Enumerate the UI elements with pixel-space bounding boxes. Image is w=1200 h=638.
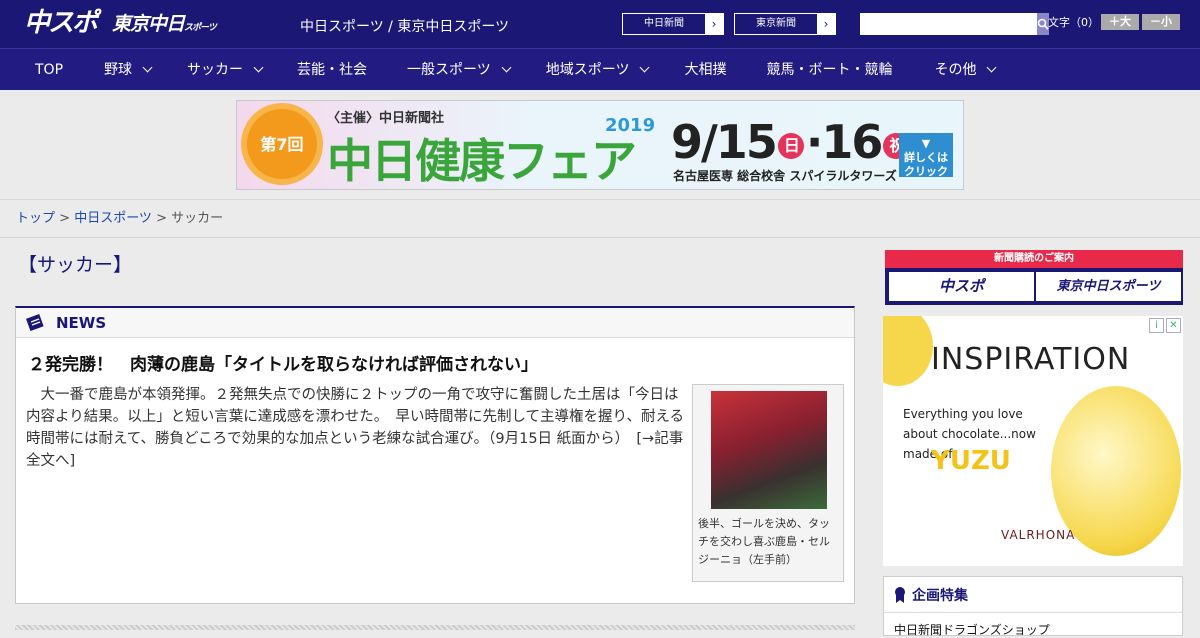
nav-other[interactable]: その他	[934, 49, 997, 91]
site-name: 中日スポーツ / 東京中日スポーツ	[300, 19, 510, 35]
newspaper-icon	[26, 313, 44, 331]
subscribe-box: 新聞購読のご案内 中スポ 東京中日スポーツ	[885, 250, 1183, 305]
nav-general-sports[interactable]: 一般スポーツ	[407, 49, 512, 91]
divider	[15, 625, 855, 630]
chevron-down-icon	[640, 62, 650, 73]
nav-baseball[interactable]: 野球	[104, 49, 153, 91]
subscribe-tokyo-button[interactable]: 東京中日スポーツ	[1036, 272, 1181, 301]
main-nav: TOP 野球 サッカー 芸能・社会 一般スポーツ 地域スポーツ 大相撲 競馬・ボ…	[0, 48, 1200, 90]
photo-image[interactable]	[711, 391, 827, 509]
breadcrumb: トップ > 中日スポーツ > サッカー	[0, 200, 1200, 238]
health-fair-banner[interactable]: 第7回 〈主催〉中日新聞社 中日健康フェア 2019 9/15 日 ·16 祝 名古屋…	[236, 100, 964, 190]
search-box	[860, 13, 1049, 35]
ad-flavor: YUZU	[931, 446, 1011, 476]
chunichi-shimbun-link[interactable]: 中日新聞 ›	[622, 13, 724, 35]
tokyo-shimbun-link[interactable]: 東京新聞 ›	[734, 13, 836, 35]
article-headline[interactable]: ２発完勝！ 肉薄の鹿島「タイトルを取らなければ評価されない」	[28, 350, 538, 375]
info-icon[interactable]: i	[1149, 318, 1164, 333]
article-photo: 後半、ゴールを決め、タッチを交わし喜ぶ鹿島・セルジーニョ（左手前）	[692, 384, 844, 582]
lemon-shape	[883, 316, 933, 386]
category-title: 【サッカー】	[18, 254, 133, 276]
nav-local-sports[interactable]: 地域スポーツ	[546, 49, 650, 91]
chevron-down-icon	[987, 62, 997, 73]
main-content: 【サッカー】 NEWS ２発完勝！ 肉薄の鹿島「タイトルを取らなければ評価されな…	[0, 240, 870, 630]
banner-details-button[interactable]: ▼ 詳しくはクリック	[899, 133, 953, 178]
nav-racing[interactable]: 競馬・ボート・競輪	[766, 49, 892, 91]
breadcrumb-current: サッカー	[171, 211, 224, 226]
badge-flower: 第7回	[247, 109, 317, 179]
ad-headline: INSPIRATION	[931, 342, 1131, 377]
search-input[interactable]	[860, 13, 1037, 35]
nav-entertainment[interactable]: 芸能・社会	[297, 49, 367, 91]
subscribe-title: 新聞購読のご案内	[885, 250, 1183, 268]
news-box: NEWS ２発完勝！ 肉薄の鹿島「タイトルを取らなければ評価されない」 大一番で…	[15, 306, 855, 604]
font-size-label: 文字（0）	[1048, 16, 1099, 29]
ribbon-icon	[895, 586, 905, 603]
banner-date: 9/15 日 ·16 祝	[671, 115, 911, 169]
news-label: NEWS	[56, 313, 107, 332]
feature-title: 企画特集	[912, 587, 968, 604]
chocolate-ad[interactable]: INSPIRATION Everything you love about ch…	[883, 316, 1183, 566]
breadcrumb-section[interactable]: 中日スポーツ	[74, 211, 152, 226]
close-icon[interactable]: ✕	[1166, 318, 1181, 333]
chevron-down-icon	[142, 62, 153, 73]
chevron-right-icon: ›	[705, 14, 723, 34]
font-bigger-button[interactable]: ＋大	[1101, 14, 1139, 30]
news-header: NEWS	[16, 308, 854, 338]
photo-caption: 後半、ゴールを決め、タッチを交わし喜ぶ鹿島・セルジーニョ（左手前）	[698, 517, 830, 566]
subscribe-chuspo-button[interactable]: 中スポ	[889, 272, 1034, 301]
breadcrumb-home[interactable]: トップ	[16, 211, 55, 226]
chevron-down-icon	[501, 62, 512, 73]
banner-title: 中日健康フェア	[327, 134, 637, 188]
font-smaller-button[interactable]: －小	[1142, 14, 1180, 30]
nav-soccer[interactable]: サッカー	[187, 49, 264, 91]
feature-box: 企画特集 中日新聞ドラゴンズショップ	[883, 576, 1183, 637]
logo-chuspo[interactable]: 中スポ	[24, 8, 98, 38]
banner-zone: 第7回 〈主催〉中日新聞社 中日健康フェア 2019 9/15 日 ·16 祝 名古屋…	[0, 90, 1200, 200]
chevron-down-icon	[253, 62, 264, 73]
ad-brand: VALRHONA	[1001, 528, 1076, 542]
feature-header: 企画特集	[884, 577, 1182, 613]
nav-top[interactable]: TOP	[35, 49, 63, 91]
nav-sumo[interactable]: 大相撲	[684, 49, 726, 91]
banner-organizer: 〈主催〉中日新聞社	[327, 111, 445, 126]
chevron-right-icon: ›	[817, 14, 835, 34]
site-header: 中スポ 東京中日スポーツ 中日スポーツ / 東京中日スポーツ 中日新聞 › 東京新…	[0, 0, 1200, 48]
banner-year: 2019	[605, 115, 656, 136]
logo-tokyo-chunichi[interactable]: 東京中日スポーツ	[112, 12, 217, 40]
banner-venue: 名古屋医専 総合校舎 スパイラルタワーズ	[673, 169, 897, 183]
article-body: 大一番で鹿島が本領発揮。２発無失点での快勝に２トップの一角で攻守に奮闘した土居は…	[26, 387, 685, 469]
ad-choices: i ✕	[1149, 318, 1181, 333]
